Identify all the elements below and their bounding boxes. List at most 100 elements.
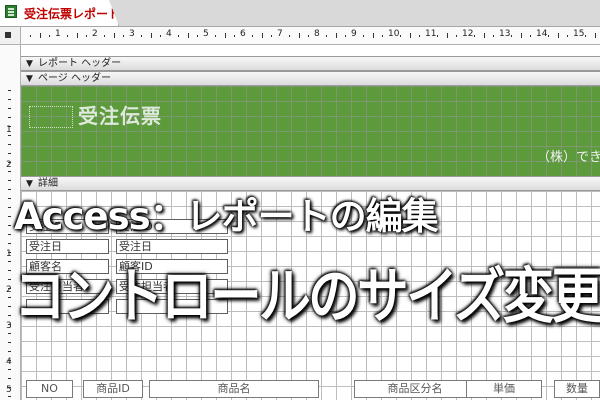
document-tab[interactable]: 受注伝票レポート [0,0,121,26]
company-name-label[interactable]: （株）でき [537,146,600,165]
ruler-tick [594,33,596,38]
ruler-tick [446,33,448,38]
ruler-tick [178,35,180,37]
ruler-tick [8,333,11,334]
report-header-section-bar[interactable]: ▼ レポート ヘッダー [21,56,600,71]
ruler-tick [483,33,485,38]
column-header-category[interactable]: 商品区分名 [354,380,476,398]
ruler-number: 15 [573,29,585,39]
ruler-tick [492,35,494,37]
ruler-tick [261,33,263,38]
ruler-number: 2 [92,29,98,39]
ruler-number: 3 [129,29,135,39]
ruler-number: 9 [351,29,357,39]
document-tab-strip: 受注伝票レポート [0,0,600,27]
ruler-tick [8,216,11,217]
ruler-tick [8,243,11,244]
textbox-sales-rep[interactable]: 受注担当者 [116,279,228,294]
column-header-product-name[interactable]: 商品名 [149,380,319,398]
ruler-tick [8,99,11,100]
ruler-tick [270,35,272,37]
design-surface: ▼ レポート ヘッダー ▼ ページ ヘッダー 受注伝票 （株）でき ▼ 詳細 受… [21,45,600,400]
ruler-tick [326,35,328,37]
label-extra[interactable] [26,299,109,314]
ruler-number: 11 [425,29,437,39]
ruler-tick [8,108,11,109]
ruler-tick [85,35,87,37]
section-arrow-icon: ▼ [26,59,33,69]
column-header-product-id[interactable]: 商品ID [83,380,143,398]
ruler-tick [520,33,522,38]
ruler-tick [372,33,374,38]
textbox-customer-id[interactable]: 顧客ID [116,259,228,274]
ruler-number: 1 [6,249,12,259]
ruler-tick [8,369,11,370]
ruler-number: 13 [499,29,511,39]
ruler-tick [113,33,115,38]
ruler-tick [418,35,420,37]
ruler-tick [409,33,411,38]
ruler-number: 7 [277,29,283,39]
document-tab-label: 受注伝票レポート [24,7,121,21]
ruler-tick [529,35,531,37]
ruler-tick [307,35,309,37]
ruler-tick [8,189,11,190]
report-title-label[interactable]: 受注伝票 [78,100,162,129]
horizontal-ruler[interactable]: 1 2 3 4 5 6 7 8 9 10 11 12 13 14 15 [21,27,600,45]
ruler-tick [344,35,346,37]
label-order-date[interactable]: 受注日 [26,239,109,254]
ruler-tick [8,198,11,199]
ruler-tick [585,35,587,37]
report-icon [5,5,17,18]
ruler-number: 12 [462,29,474,39]
ruler-tick [8,306,11,307]
section-arrow-icon: ▼ [26,74,33,84]
label-sales-rep[interactable]: 受注担当者 [26,279,109,294]
report-selector-icon [5,32,11,38]
ruler-number: 4 [166,29,172,39]
ruler-tick [122,35,124,37]
ruler-tick [8,180,11,181]
ruler-tick [67,35,69,37]
ruler-tick [8,126,11,127]
ruler-tick [8,378,11,379]
report-design-window: 受注伝票レポート 1 2 3 4 5 6 7 8 9 10 11 12 13 14 15 1212345 ▼… [0,0,600,400]
ruler-tick [8,288,11,289]
report-selector[interactable] [0,27,21,45]
page-header-section-bar[interactable]: ▼ ページ ヘッダー [21,71,600,86]
ruler-tick [548,35,550,37]
column-header-unit-price[interactable]: 単価 [466,380,542,398]
textbox-order-date[interactable]: 受注日 [116,239,228,254]
page-header-band[interactable]: 受注伝票 （株）でき [21,86,600,176]
ruler-number: 2 [6,285,12,295]
ruler-tick [215,35,217,37]
ruler-tick [150,33,152,38]
ruler-tick [76,33,78,38]
report-header-label: レポート ヘッダー [38,58,122,69]
ruler-tick [8,117,11,118]
label-order-id[interactable]: 受注ID [26,219,109,234]
ruler-tick [8,144,11,145]
ruler-tick [187,33,189,38]
ruler-tick [8,387,11,388]
ruler-tick [8,396,11,397]
ruler-tick [298,33,300,38]
ruler-tick [437,35,439,37]
ruler-number: 1 [55,29,61,39]
textbox-extra[interactable] [116,299,228,314]
column-header-quantity[interactable]: 数量 [554,380,600,398]
ruler-tick [566,35,568,37]
ruler-tick [8,153,11,154]
detail-section-bar[interactable]: ▼ 詳細 [21,176,600,191]
ruler-tick [8,234,11,235]
logo-placeholder[interactable] [29,106,73,128]
label-customer-name[interactable]: 顧客名 [26,259,109,274]
ruler-tick [511,35,513,37]
textbox-order-id[interactable]: 受注ID [116,219,228,234]
ruler-tick [455,35,457,37]
ruler-number: 8 [314,29,320,39]
vertical-ruler[interactable]: 1212345 [0,45,21,400]
column-header-no[interactable]: NO [26,380,73,398]
ruler-number: 5 [203,29,209,39]
detail-band[interactable]: 受注ID 受注ID 受注日 受注日 顧客名 顧客ID 受注担当者 受注担当者 [21,191,600,400]
